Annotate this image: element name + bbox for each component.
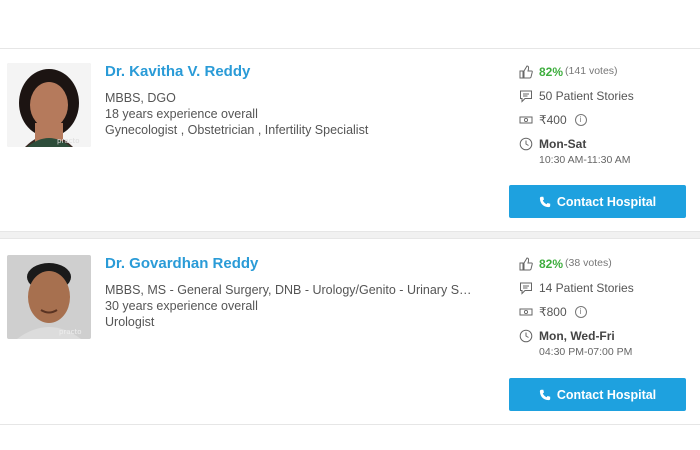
doctor-name-link[interactable]: Dr. Kavitha V. Reddy bbox=[105, 63, 485, 80]
doctor-specialty: Urologist bbox=[105, 315, 155, 329]
chat-bubble-icon bbox=[519, 281, 533, 295]
money-icon bbox=[519, 113, 533, 127]
phone-icon bbox=[539, 389, 551, 400]
doctor-side-info: 82% (38 votes) 14 Patient Stories ₹800 i… bbox=[519, 257, 694, 368]
doctor-info: Dr. Govardhan Reddy MBBS, MS - General S… bbox=[105, 255, 485, 330]
contact-hospital-label: Contact Hospital bbox=[556, 387, 657, 402]
available-days: Mon-Sat bbox=[539, 137, 587, 151]
available-hours: 10:30 AM-11:30 AM bbox=[539, 154, 631, 166]
contact-hospital-label: Contact Hospital bbox=[556, 194, 657, 209]
timing-row: Mon-Sat 10:30 AM-11:30 AM bbox=[519, 137, 694, 166]
timing-row: Mon, Wed-Fri 04:30 PM-07:00 PM bbox=[519, 329, 694, 358]
stories-row[interactable]: 50 Patient Stories bbox=[519, 89, 694, 103]
available-hours: 04:30 PM-07:00 PM bbox=[539, 346, 633, 358]
doctor-photo[interactable]: practo bbox=[7, 63, 91, 147]
patient-stories[interactable]: 50 Patient Stories bbox=[539, 89, 634, 103]
available-days: Mon, Wed-Fri bbox=[539, 329, 615, 343]
doctor-side-info: 82% (141 votes) 50 Patient Stories ₹400 … bbox=[519, 65, 694, 176]
doctor-name-link[interactable]: Dr. Govardhan Reddy bbox=[105, 255, 485, 272]
contact-hospital-button[interactable]: Contact Hospital bbox=[509, 185, 686, 218]
patient-stories[interactable]: 14 Patient Stories bbox=[539, 281, 634, 295]
doctor-specialty: Gynecologist , Obstetrician , Infertilit… bbox=[105, 123, 369, 137]
fee-row: ₹400 i bbox=[519, 113, 694, 127]
stories-row[interactable]: 14 Patient Stories bbox=[519, 281, 694, 295]
doctor-card: practo Dr. Kavitha V. Reddy MBBS, DGO 18… bbox=[0, 49, 700, 234]
clock-icon bbox=[519, 329, 533, 343]
phone-icon bbox=[539, 196, 551, 207]
rating-votes: (38 votes) bbox=[565, 257, 612, 269]
thumbs-up-icon bbox=[519, 257, 533, 271]
consultation-fee: ₹400 bbox=[539, 113, 567, 127]
watermark-text: practo bbox=[57, 137, 80, 145]
fee-row: ₹800 i bbox=[519, 305, 694, 319]
contact-hospital-button[interactable]: Contact Hospital bbox=[509, 378, 686, 411]
doctor-experience: 18 years experience overall bbox=[105, 107, 258, 121]
chat-bubble-icon bbox=[519, 89, 533, 103]
rating-row: 82% (38 votes) bbox=[519, 257, 694, 271]
rating-votes: (141 votes) bbox=[565, 65, 618, 77]
doctor-qualification: MBBS, MS - General Surgery, DNB - Urolog… bbox=[105, 283, 475, 297]
doctor-card: practo Dr. Govardhan Reddy MBBS, MS - Ge… bbox=[0, 241, 700, 426]
consultation-fee: ₹800 bbox=[539, 305, 567, 319]
thumbs-up-icon bbox=[519, 65, 533, 79]
rating-percentage: 82% bbox=[539, 257, 564, 271]
rating-row: 82% (141 votes) bbox=[519, 65, 694, 79]
money-icon bbox=[519, 305, 533, 319]
info-icon[interactable]: i bbox=[574, 306, 587, 318]
doctor-qualification: MBBS, DGO bbox=[105, 91, 176, 105]
doctor-experience: 30 years experience overall bbox=[105, 299, 258, 313]
info-icon[interactable]: i bbox=[574, 114, 587, 126]
doctor-photo[interactable]: practo bbox=[7, 255, 91, 339]
clock-icon bbox=[519, 137, 533, 151]
rating-percentage: 82% bbox=[539, 65, 564, 79]
watermark-text: practo bbox=[59, 328, 82, 336]
doctor-info: Dr. Kavitha V. Reddy MBBS, DGO 18 years … bbox=[105, 63, 485, 138]
